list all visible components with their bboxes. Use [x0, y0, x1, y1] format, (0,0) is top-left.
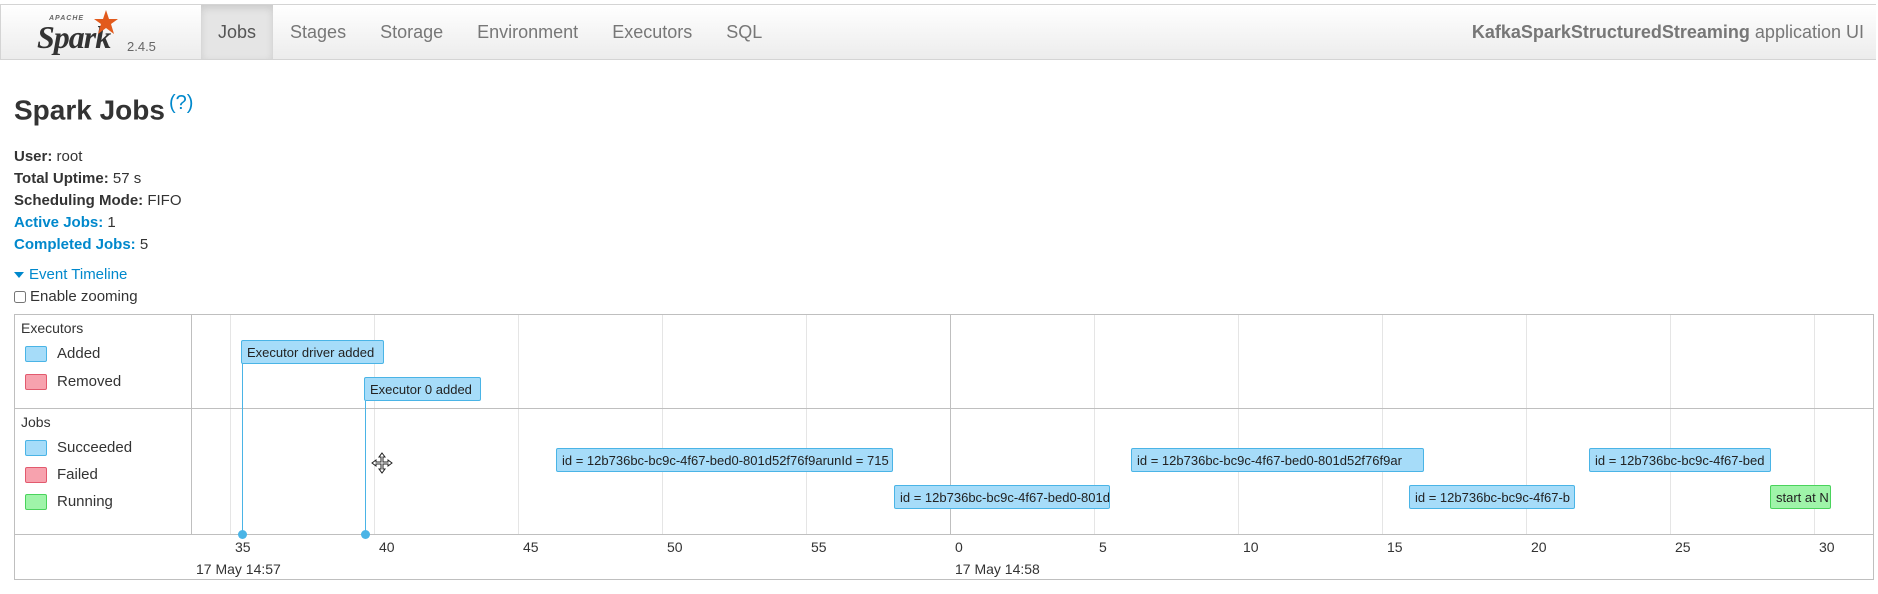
axis-separator: [15, 534, 1873, 535]
gridline: [806, 315, 807, 535]
axis-tick: 25: [1675, 539, 1691, 555]
legend-removed-label: Removed: [57, 373, 122, 390]
spark-logo[interactable]: APACHE Spark 2.4.5: [35, 9, 165, 57]
axis-tick: 0: [955, 539, 963, 555]
page-title: Spark Jobs (?): [14, 92, 193, 126]
axis-tick: 15: [1387, 539, 1403, 555]
added-swatch: [25, 346, 47, 363]
event-timeline-toggle[interactable]: Event Timeline: [14, 266, 127, 283]
jobs-group-label: Jobs: [21, 414, 51, 430]
executor-driver-dot[interactable]: [238, 530, 247, 539]
legend-succeeded: Succeeded: [25, 439, 133, 457]
gridline: [662, 315, 663, 535]
event-timeline-label: Event Timeline: [29, 266, 128, 283]
summary-completed-jobs: Completed Jobs: 5: [14, 234, 182, 256]
job-event[interactable]: id = 12b736bc-bc9c-4f67-bed: [1589, 448, 1771, 472]
legend-added: Added: [25, 345, 101, 363]
succeeded-swatch: [25, 440, 47, 457]
axis-date-label: 17 May 14:58: [955, 561, 1040, 577]
help-link[interactable]: (?): [169, 92, 193, 114]
nav-tabs: Jobs Stages Storage Environment Executor…: [201, 5, 779, 59]
axis-tick: 30: [1819, 539, 1835, 555]
gridline: [1670, 315, 1671, 535]
axis-tick: 5: [1099, 539, 1107, 555]
page-title-text: Spark Jobs: [14, 94, 165, 126]
job-event[interactable]: id = 12b736bc-bc9c-4f67-bed0-801d52f76f9…: [556, 448, 893, 472]
removed-swatch: [25, 374, 47, 391]
axis-tick: 10: [1243, 539, 1259, 555]
uptime-label: Total Uptime:: [14, 170, 109, 187]
completed-jobs-value: 5: [135, 236, 149, 253]
axis-tick: 45: [523, 539, 539, 555]
failed-swatch: [25, 467, 47, 484]
enable-zooming-label: Enable zooming: [30, 288, 138, 305]
gridline: [230, 315, 231, 535]
caret-down-icon: [14, 272, 24, 279]
app-suffix: application UI: [1749, 22, 1864, 42]
summary-uptime: Total Uptime: 57 s: [14, 168, 182, 190]
axis-date-label: 17 May 14:57: [196, 561, 281, 577]
active-jobs-link[interactable]: Active Jobs:: [14, 214, 103, 231]
executor-event[interactable]: Executor driver added: [241, 340, 384, 364]
tab-stages[interactable]: Stages: [273, 5, 363, 59]
legend-added-label: Added: [57, 345, 101, 362]
legend-removed: Removed: [25, 373, 122, 391]
job-event[interactable]: id = 12b736bc-bc9c-4f67-b: [1409, 485, 1575, 509]
running-swatch: [25, 494, 47, 511]
application-title: KafkaSparkStructuredStreaming applicatio…: [1472, 5, 1864, 59]
summary-scheduling-mode: Scheduling Mode: FIFO: [14, 190, 182, 212]
axis-tick: 40: [379, 539, 395, 555]
enable-zooming-checkbox[interactable]: [14, 291, 26, 304]
spark-star-icon: [94, 10, 118, 34]
tab-sql[interactable]: SQL: [709, 5, 779, 59]
user-value: root: [52, 148, 83, 165]
tab-executors[interactable]: Executors: [595, 5, 709, 59]
enable-zooming-row: Enable zooming: [14, 288, 138, 305]
completed-jobs-link[interactable]: Completed Jobs:: [14, 236, 136, 253]
running-job-event[interactable]: start at N: [1770, 485, 1831, 509]
active-jobs-value: 1: [103, 214, 116, 231]
axis-tick: 35: [235, 539, 251, 555]
legend-succeeded-label: Succeeded: [57, 439, 133, 456]
mode-value: FIFO: [143, 192, 182, 209]
executor-driver-marker: [242, 363, 243, 535]
executor-0-marker: [365, 401, 366, 535]
tab-jobs[interactable]: Jobs: [201, 5, 274, 59]
gridline: [518, 315, 519, 535]
executor-event[interactable]: Executor 0 added: [364, 377, 481, 401]
gridline: [1382, 315, 1383, 535]
spark-version: 2.4.5: [127, 39, 156, 54]
summary-user: User: root: [14, 146, 182, 168]
event-timeline[interactable]: Executors Added Removed Jobs Succeeded F…: [14, 314, 1874, 580]
axis-tick: 50: [667, 539, 683, 555]
executor-0-dot[interactable]: [361, 530, 370, 539]
legend-failed: Failed: [25, 466, 98, 484]
legend-running: Running: [25, 493, 113, 511]
app-name: KafkaSparkStructuredStreaming: [1471, 22, 1750, 42]
legend-separator: [191, 315, 192, 535]
user-label: User:: [14, 148, 53, 165]
uptime-value: 57 s: [108, 170, 142, 187]
group-separator: [15, 408, 1873, 409]
executors-group-label: Executors: [21, 320, 84, 336]
gridline: [1238, 315, 1239, 535]
move-cursor-icon: [371, 452, 393, 474]
top-navbar: APACHE Spark 2.4.5 Jobs Stages Storage E…: [0, 4, 1876, 60]
summary-active-jobs: Active Jobs: 1: [14, 212, 182, 234]
job-event[interactable]: id = 12b736bc-bc9c-4f67-bed0-801d: [894, 485, 1110, 509]
legend-running-label: Running: [57, 493, 113, 510]
legend-failed-label: Failed: [57, 466, 98, 483]
tab-storage[interactable]: Storage: [363, 5, 460, 59]
axis-tick: 20: [1531, 539, 1547, 555]
axis-tick: 55: [811, 539, 827, 555]
job-event[interactable]: id = 12b736bc-bc9c-4f67-bed0-801d52f76f9…: [1131, 448, 1424, 472]
summary-list: User: root Total Uptime: 57 s Scheduling…: [14, 146, 182, 256]
tab-environment[interactable]: Environment: [460, 5, 595, 59]
mode-label: Scheduling Mode:: [14, 192, 144, 209]
